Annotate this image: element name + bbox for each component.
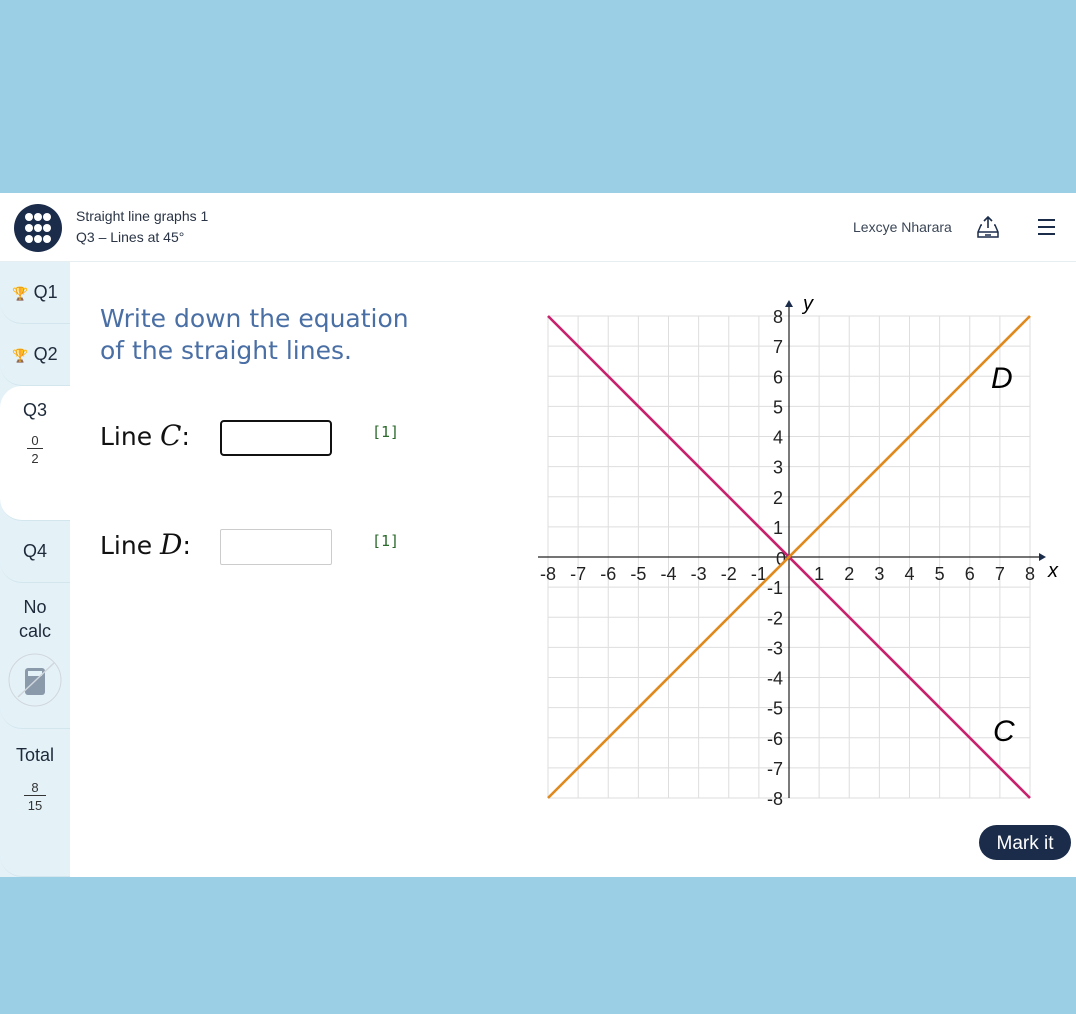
header: Straight line graphs 1 Q3 – Lines at 45°… [0,193,1076,262]
sidebar-item-q2[interactable]: 🏆 Q2 [0,324,70,386]
app-grid-logo[interactable] [14,204,62,252]
y-tick-label: 2 [773,488,783,508]
x-tick-label: 6 [965,564,975,584]
no-calculator-icon [8,653,62,707]
x-tick-label: 2 [844,564,854,584]
sidebar-item-q1[interactable]: 🏆 Q1 [0,262,70,324]
line-d-answer-input[interactable] [220,529,332,565]
y-tick-label: 1 [773,518,783,538]
y-axis-arrow-icon [785,300,793,307]
trophy-icon: 🏆 [12,348,29,363]
x-tick-label: 3 [874,564,884,584]
total-score: 8 15 [23,780,47,813]
x-tick-label: 8 [1025,564,1035,584]
line-c-label: Line C: [100,419,190,452]
x-tick-label: -5 [630,564,646,584]
y-tick-label: 3 [773,458,783,478]
y-tick-label: -6 [767,729,783,749]
x-tick-label: -3 [691,564,707,584]
y-tick-label: 7 [773,337,783,357]
x-tick-label: -7 [570,564,586,584]
worksheet-title: Straight line graphs 1 [76,208,209,224]
user-name: Lexcye Nharara [853,219,952,235]
line-c-marks: [1] [372,423,400,441]
y-tick-label: 5 [773,397,783,417]
x-tick-label: -6 [600,564,616,584]
question-prompt: Write down the equation of the straight … [100,304,409,365]
x-tick-label: 7 [995,564,1005,584]
x-axis-label: x [1047,560,1059,582]
coordinate-graph: xy-8 -7 -6 -5 -4 -3 -2 -101 2 3 4 5 6 7 8-8-7-6-5-4-3-… [538,293,1059,809]
y-tick-label: 8 [773,307,783,327]
mark-it-button[interactable]: Mark it [979,825,1071,860]
sidebar-item-q4[interactable]: Q4 [0,521,70,583]
x-tick-label: -2 [721,564,737,584]
line-d-label: Line D: [100,528,191,561]
y-tick-label: -3 [767,638,783,658]
x-tick-label: 5 [935,564,945,584]
y-tick-label: 4 [773,428,783,448]
trophy-icon: 🏆 [12,286,29,301]
question-subtitle: Q3 – Lines at 45° [76,229,185,245]
y-axis-label: y [801,293,814,315]
upload-icon[interactable] [977,215,999,239]
no-calculator-panel: No calc [0,583,70,729]
sidebar: 🏆 Q1 🏆 Q2 Q3 0 2 Q4 No calc Total 8 15 [0,262,70,877]
total-panel: Total 8 15 [0,729,70,877]
q3-score: 0 2 [27,433,43,466]
x-tick-label: -4 [660,564,676,584]
line-c-graph-label: C [993,715,1015,748]
y-tick-label: -1 [767,578,783,598]
y-tick-label: -4 [767,669,783,689]
x-tick-label: -8 [540,564,556,584]
x-tick-label: 4 [904,564,914,584]
line-d-marks: [1] [372,532,400,550]
x-axis-arrow-icon [1039,553,1046,561]
app-window: Straight line graphs 1 Q3 – Lines at 45°… [0,193,1076,877]
sidebar-item-q3[interactable]: Q3 0 2 [0,386,70,521]
line-c-answer-input[interactable] [220,420,332,456]
y-tick-label: -7 [767,759,783,779]
x-tick-label: 1 [814,564,824,584]
y-tick-label: -8 [767,789,783,809]
hamburger-menu-icon[interactable] [1038,219,1055,240]
line-d-graph-label: D [991,362,1013,395]
y-tick-label: -2 [767,608,783,628]
y-tick-label: -5 [767,699,783,719]
y-tick-label: 6 [773,367,783,387]
